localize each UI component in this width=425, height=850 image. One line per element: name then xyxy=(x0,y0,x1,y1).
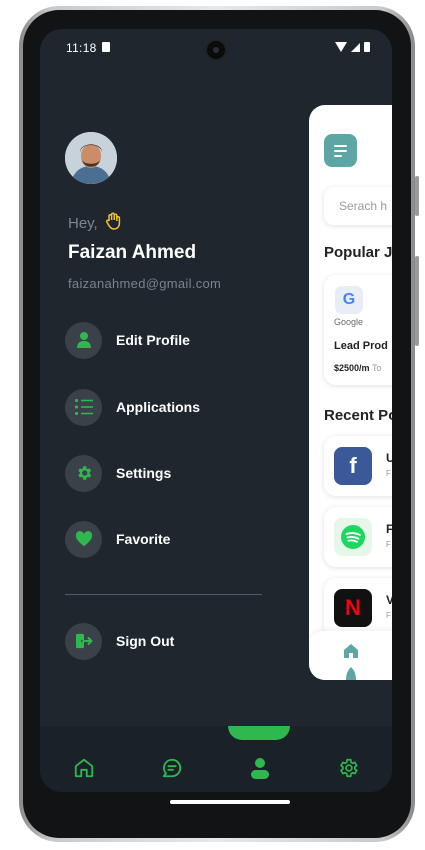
menu-item-favorite[interactable]: Favorite xyxy=(65,520,170,558)
gear-icon xyxy=(65,454,102,492)
search-input[interactable]: Serach h xyxy=(324,187,392,225)
active-tab-indicator xyxy=(228,726,290,740)
main-screen-preview[interactable]: Serach h Popular J G Google Lead Prod $2… xyxy=(309,105,392,680)
indicator-icon xyxy=(346,667,356,680)
home-indicator[interactable] xyxy=(170,800,290,804)
netflix-icon: N xyxy=(334,589,372,627)
recent-post-card[interactable]: f U F xyxy=(324,436,392,496)
menu-label: Edit Profile xyxy=(116,332,190,348)
recent-post-card[interactable]: N V F xyxy=(324,578,392,638)
power-button xyxy=(415,176,419,216)
status-bar: 11:18 xyxy=(40,29,392,67)
home-icon xyxy=(74,758,94,778)
salary-value: $2500/m xyxy=(334,363,370,373)
recent-posts-heading: Recent Po xyxy=(324,407,392,424)
sd-card-icon xyxy=(102,42,110,52)
menu-item-sign-out[interactable]: Sign Out xyxy=(65,622,174,660)
google-icon: G xyxy=(335,286,363,314)
post-sub: F xyxy=(386,540,391,549)
recent-post-card[interactable]: F F xyxy=(324,507,392,567)
avatar[interactable] xyxy=(65,132,117,184)
front-camera xyxy=(205,39,227,61)
home-icon[interactable] xyxy=(343,643,359,659)
menu-divider xyxy=(65,594,262,595)
greeting: Hey, xyxy=(68,212,122,235)
user-icon xyxy=(65,321,102,359)
post-title: F xyxy=(386,522,392,536)
post-sub: F xyxy=(386,611,391,620)
gear-icon xyxy=(340,758,358,778)
user-email: faizanahmed@gmail.com xyxy=(68,276,222,291)
nav-chat[interactable] xyxy=(158,754,186,782)
volume-button xyxy=(415,256,419,346)
menu-label: Applications xyxy=(116,399,201,415)
menu-label: Settings xyxy=(116,465,172,481)
status-time: 11:18 xyxy=(66,41,97,55)
waving-hand-icon xyxy=(105,212,122,235)
heart-icon xyxy=(65,520,102,558)
status-icons xyxy=(335,42,370,52)
job-role: Lead Prod xyxy=(334,340,388,352)
preview-bottom-nav xyxy=(309,631,392,680)
post-title: U xyxy=(386,451,392,465)
menu-item-applications[interactable]: Applications xyxy=(65,388,200,426)
screen: 11:18 Hey, Faizan Ahmed faizanahmed@gmai… xyxy=(40,29,392,792)
menu-label: Sign Out xyxy=(116,633,175,649)
avatar-image xyxy=(65,132,117,184)
nav-settings[interactable] xyxy=(334,754,362,782)
nav-profile[interactable] xyxy=(246,754,274,782)
greeting-text: Hey, xyxy=(68,215,98,232)
list-icon xyxy=(65,388,102,426)
battery-icon xyxy=(364,42,370,52)
profile-icon xyxy=(251,758,269,779)
facebook-icon: f xyxy=(334,447,372,485)
hamburger-menu-icon[interactable] xyxy=(324,134,357,167)
wifi-icon xyxy=(335,42,347,52)
post-sub: F xyxy=(386,469,391,478)
menu-label: Favorite xyxy=(116,531,171,547)
user-name: Faizan Ahmed xyxy=(68,242,197,263)
salary-suffix: To xyxy=(372,363,382,373)
spotify-icon xyxy=(334,518,372,556)
job-salary: $2500/m To xyxy=(334,363,382,373)
sign-out-icon xyxy=(65,622,102,660)
nav-home[interactable] xyxy=(70,754,98,782)
popular-job-card[interactable]: G Google Lead Prod $2500/m To xyxy=(324,275,392,385)
menu-item-edit-profile[interactable]: Edit Profile xyxy=(65,321,190,359)
chat-icon xyxy=(162,758,182,778)
popular-jobs-heading: Popular J xyxy=(324,244,392,261)
signal-icon xyxy=(351,42,360,52)
post-title: V xyxy=(386,593,392,607)
company-name: Google xyxy=(334,317,364,327)
menu-item-settings[interactable]: Settings xyxy=(65,454,171,492)
